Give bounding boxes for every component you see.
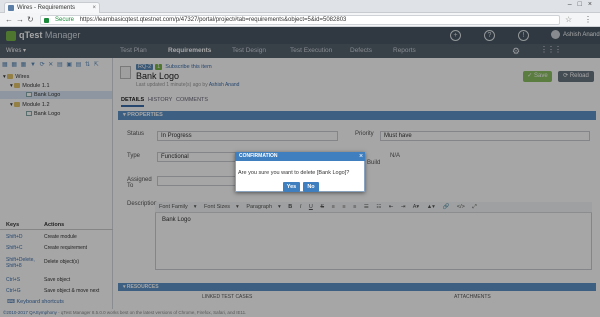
dialog-title: CONFIRMATION: [235, 152, 365, 161]
url-input[interactable]: Secure https://learnbasicqtest.qtestnet.…: [40, 15, 560, 25]
yes-button[interactable]: Yes: [283, 182, 300, 192]
forward-icon[interactable]: →: [16, 15, 24, 24]
browser-menu-icon[interactable]: ⋮: [584, 15, 592, 24]
back-icon[interactable]: ←: [5, 15, 13, 24]
window-controls[interactable]: –□×: [568, 1, 598, 8]
dialog-close-icon[interactable]: ×: [357, 152, 365, 161]
close-tab-icon[interactable]: ×: [92, 3, 96, 13]
secure-label: Secure: [55, 17, 75, 23]
favicon-icon: [8, 5, 14, 11]
refresh-icon[interactable]: ↻: [27, 15, 34, 24]
no-button[interactable]: No: [303, 182, 319, 192]
bookmark-star-icon[interactable]: ☆: [565, 15, 572, 24]
url-text: https://learnbasicqtest.qtestnet.com/p/4…: [79, 17, 347, 23]
dialog-message: Are you sure you want to delete [Bank Lo…: [238, 170, 350, 176]
browser-tab[interactable]: Wires - Requirements ×: [4, 2, 100, 13]
browser-tab-title: Wires - Requirements: [17, 5, 76, 11]
address-bar-row: ← → ↻ Secure https://learnbasicqtest.qte…: [0, 13, 600, 27]
lock-icon: [44, 18, 49, 23]
